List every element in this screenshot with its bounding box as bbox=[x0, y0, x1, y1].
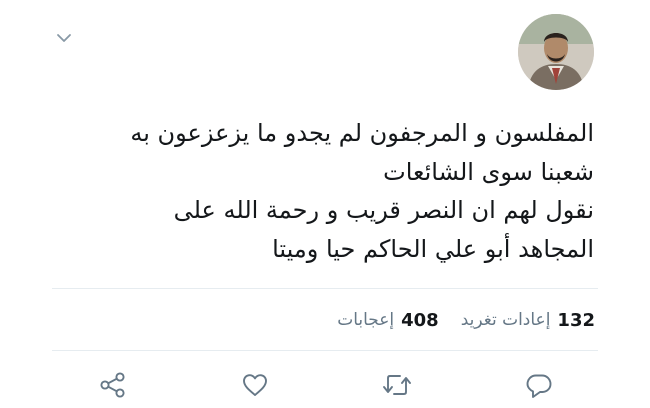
likes-stat[interactable]: 408 إعجابات bbox=[337, 310, 439, 331]
share-icon[interactable] bbox=[96, 368, 130, 402]
tweet-actions bbox=[0, 362, 650, 406]
chevron-down-icon[interactable] bbox=[54, 28, 74, 48]
retweet-icon[interactable] bbox=[380, 368, 414, 402]
tweet-text: المفلسون و المرجفون لم يجدو ما يزعزعون ب… bbox=[54, 114, 594, 268]
divider bbox=[52, 350, 598, 351]
tweet-card: المفلسون و المرجفون لم يجدو ما يزعزعون ب… bbox=[0, 0, 650, 408]
tweet-text-line: شعبنا سوى الشائعات bbox=[383, 157, 594, 186]
likes-label: إعجابات bbox=[337, 310, 395, 330]
like-icon[interactable] bbox=[238, 368, 272, 402]
retweets-label: إعادات تغريد bbox=[460, 310, 551, 330]
likes-count: 408 bbox=[401, 309, 439, 331]
retweets-count: 132 bbox=[557, 309, 595, 331]
tweet-text-line: المجاهد أبو علي الحاكم حيا وميتا bbox=[272, 234, 594, 263]
retweets-stat[interactable]: 132 إعادات تغريد bbox=[461, 310, 595, 331]
tweet-text-line: المفلسون و المرجفون لم يجدو ما يزعزعون ب… bbox=[130, 119, 594, 147]
tweet-stats: 132 إعادات تغريد 408 إعجابات bbox=[337, 304, 595, 336]
divider bbox=[52, 288, 598, 289]
reply-icon[interactable] bbox=[522, 368, 556, 402]
tweet-text-line: نقول لهم ان النصر قريب و رحمة الله على bbox=[173, 196, 594, 224]
avatar[interactable] bbox=[518, 14, 594, 90]
